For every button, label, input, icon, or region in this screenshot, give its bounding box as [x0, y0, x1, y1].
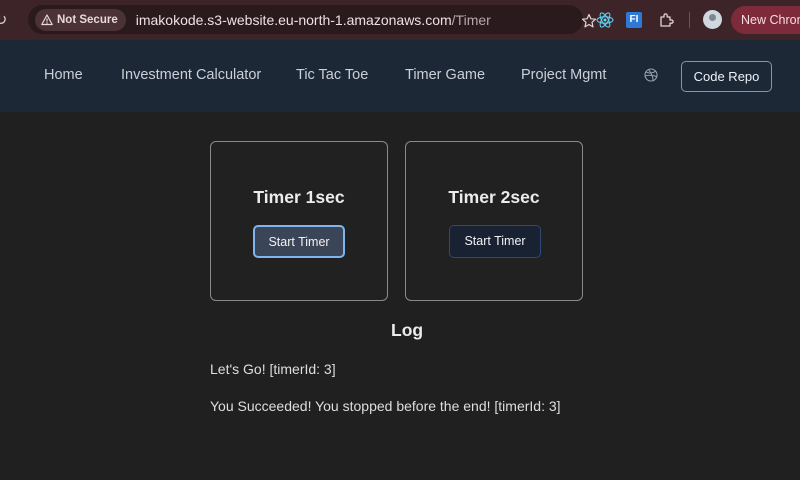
security-label: Not Secure: [57, 13, 118, 26]
log-entry: Let's Go! [timerId: 3]: [210, 361, 336, 377]
url-host: imakokode.s3-website.eu-north-1.amazonaw…: [135, 11, 452, 28]
nav-link-tic-tac-toe[interactable]: Tic Tac Toe: [296, 67, 368, 83]
address-bar[interactable]: Not Secure imakokode.s3-website.eu-north…: [28, 5, 597, 34]
security-chip[interactable]: Not Secure: [35, 8, 126, 31]
extensions-puzzle-icon[interactable]: [658, 11, 676, 29]
url-text[interactable]: imakokode.s3-website.eu-north-1.amazonaw…: [136, 12, 491, 28]
profile-avatar[interactable]: [703, 10, 722, 29]
bookmark-star-icon[interactable]: [581, 13, 597, 29]
timer-title: Timer 2sec: [448, 187, 540, 207]
url-path: /Timer: [451, 11, 491, 28]
react-devtools-icon[interactable]: [596, 11, 614, 29]
warning-icon: [41, 13, 53, 25]
toolbar-divider: [689, 12, 690, 28]
code-repo-button[interactable]: Code Repo: [681, 61, 772, 92]
fi-extension-icon[interactable]: FI: [626, 12, 642, 28]
timer-title: Timer 1sec: [253, 187, 345, 207]
nav-link-investment-calculator[interactable]: Investment Calculator: [121, 67, 261, 83]
nav-link-home[interactable]: Home: [44, 67, 83, 83]
start-timer-button[interactable]: Start Timer: [253, 225, 345, 258]
log-entry: You Succeeded! You stopped before the en…: [210, 398, 561, 414]
browser-toolbar: ↻ Not Secure imakokode.s3-website.eu-nor…: [0, 0, 800, 40]
nav-link-project-mgmt[interactable]: Project Mgmt: [521, 67, 606, 83]
nav-link-timer-game[interactable]: Timer Game: [405, 67, 485, 83]
new-chrome-button[interactable]: New Chrom: [731, 6, 800, 34]
site-navbar: Home Investment Calculator Tic Tac Toe T…: [0, 40, 800, 112]
timer-card-1sec: Timer 1sec Start Timer: [210, 141, 388, 301]
start-timer-button[interactable]: Start Timer: [449, 225, 541, 258]
log-heading: Log: [391, 320, 424, 340]
timer-card-2sec: Timer 2sec Start Timer: [405, 141, 583, 301]
reload-icon[interactable]: ↻: [0, 10, 14, 30]
dribbble-icon[interactable]: [644, 68, 658, 82]
